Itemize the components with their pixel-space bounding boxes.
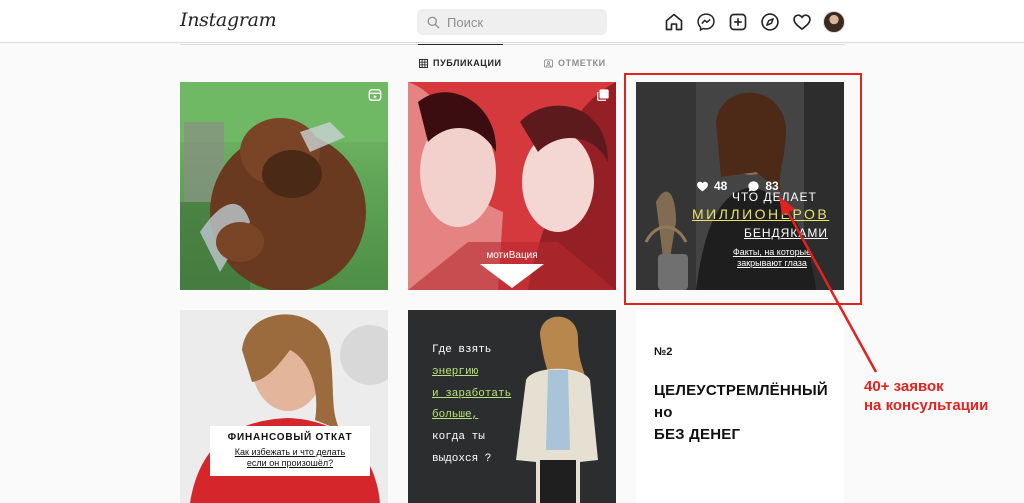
post-text-line-3: и заработать	[432, 387, 512, 400]
post-subtitle-line1: Как избежать и что делать	[234, 447, 346, 457]
tab-posts-label: ПУБЛИКАЦИИ	[433, 58, 502, 68]
grid-icon	[419, 58, 428, 68]
post-text-line-1: Где взять	[432, 344, 492, 356]
post-text-line-6: выдохся ?	[432, 452, 492, 465]
top-navigation-bar: Instagram	[0, 0, 1024, 43]
heart-icon[interactable]	[791, 11, 813, 33]
reel-icon	[368, 89, 382, 101]
post-tile-text[interactable]: №2 ЦЕЛЕУСТРЕМЛЁННЫЙ но БЕЗ ДЕНЕГ	[636, 310, 844, 503]
post-number: №2	[654, 346, 673, 358]
annotation-line2: на консультации	[864, 397, 989, 414]
search-input[interactable]	[447, 14, 597, 30]
post-text-line: когда ты	[432, 427, 511, 449]
tab-tagged-label: ОТМЕТКИ	[558, 58, 606, 68]
post-text-line: выдохся ?	[432, 449, 511, 471]
search-icon	[427, 16, 440, 28]
instagram-logo[interactable]: Instagram	[180, 9, 277, 31]
post-text-line2: но	[654, 404, 673, 421]
post-text-line-4: больше,	[432, 409, 479, 422]
explore-icon[interactable]	[759, 11, 781, 33]
profile-avatar[interactable]	[823, 11, 845, 33]
post-text-lines: Где взять энергию и заработать больше, к…	[432, 340, 511, 471]
orangutan-image	[180, 82, 388, 290]
post-tile[interactable]: Где взять энергию и заработать больше, к…	[408, 310, 616, 503]
post-subtitle-line2: если он произошёл?	[246, 458, 334, 468]
avatar	[823, 11, 845, 33]
post-text-line: Где взять	[432, 340, 511, 362]
carousel-icon	[597, 89, 609, 101]
nav-icons	[663, 11, 845, 33]
home-icon[interactable]	[663, 11, 685, 33]
post-tile[interactable]: ФИНАНСОВЫЙ ОТКАТ Как избежать и что дела…	[180, 310, 388, 503]
annotation-text: 40+ заявок на консультации	[864, 377, 988, 415]
highlight-box	[624, 73, 862, 305]
post-text-card: ФИНАНСОВЫЙ ОТКАТ Как избежать и что дела…	[210, 426, 370, 476]
post-text-line: и заработать	[432, 384, 511, 406]
new-post-icon[interactable]	[727, 11, 749, 33]
post-tile-carousel[interactable]: мотиВация	[408, 82, 616, 290]
post-text-line1: ЦЕЛЕУСТРЕМЛЁННЫЙ	[654, 382, 828, 399]
post-title: ФИНАНСОВЫЙ ОТКАТ	[227, 432, 353, 443]
messenger-icon[interactable]	[695, 11, 717, 33]
tabs-divider	[180, 44, 845, 45]
post-text-line-2: энергию	[432, 365, 479, 378]
down-arrow-shape	[480, 264, 544, 288]
post-tile-reel[interactable]	[180, 82, 388, 290]
search-box[interactable]	[417, 9, 607, 35]
post-text-line: энергию	[432, 362, 511, 384]
post-text-line-5: когда ты	[432, 431, 485, 444]
tab-tagged[interactable]: ОТМЕТКИ	[544, 58, 606, 68]
post-text-line3: БЕЗ ДЕНЕГ	[654, 426, 741, 443]
post-text-line: больше,	[432, 405, 511, 427]
post-caption: мотиВация	[486, 250, 538, 261]
active-tab-indicator	[418, 44, 503, 45]
post-subtitle: Как избежать и что делать если он произо…	[210, 447, 370, 469]
annotation-line1: 40+ заявок	[864, 378, 944, 395]
tag-icon	[544, 58, 553, 68]
tab-posts[interactable]: ПУБЛИКАЦИИ	[419, 58, 502, 68]
